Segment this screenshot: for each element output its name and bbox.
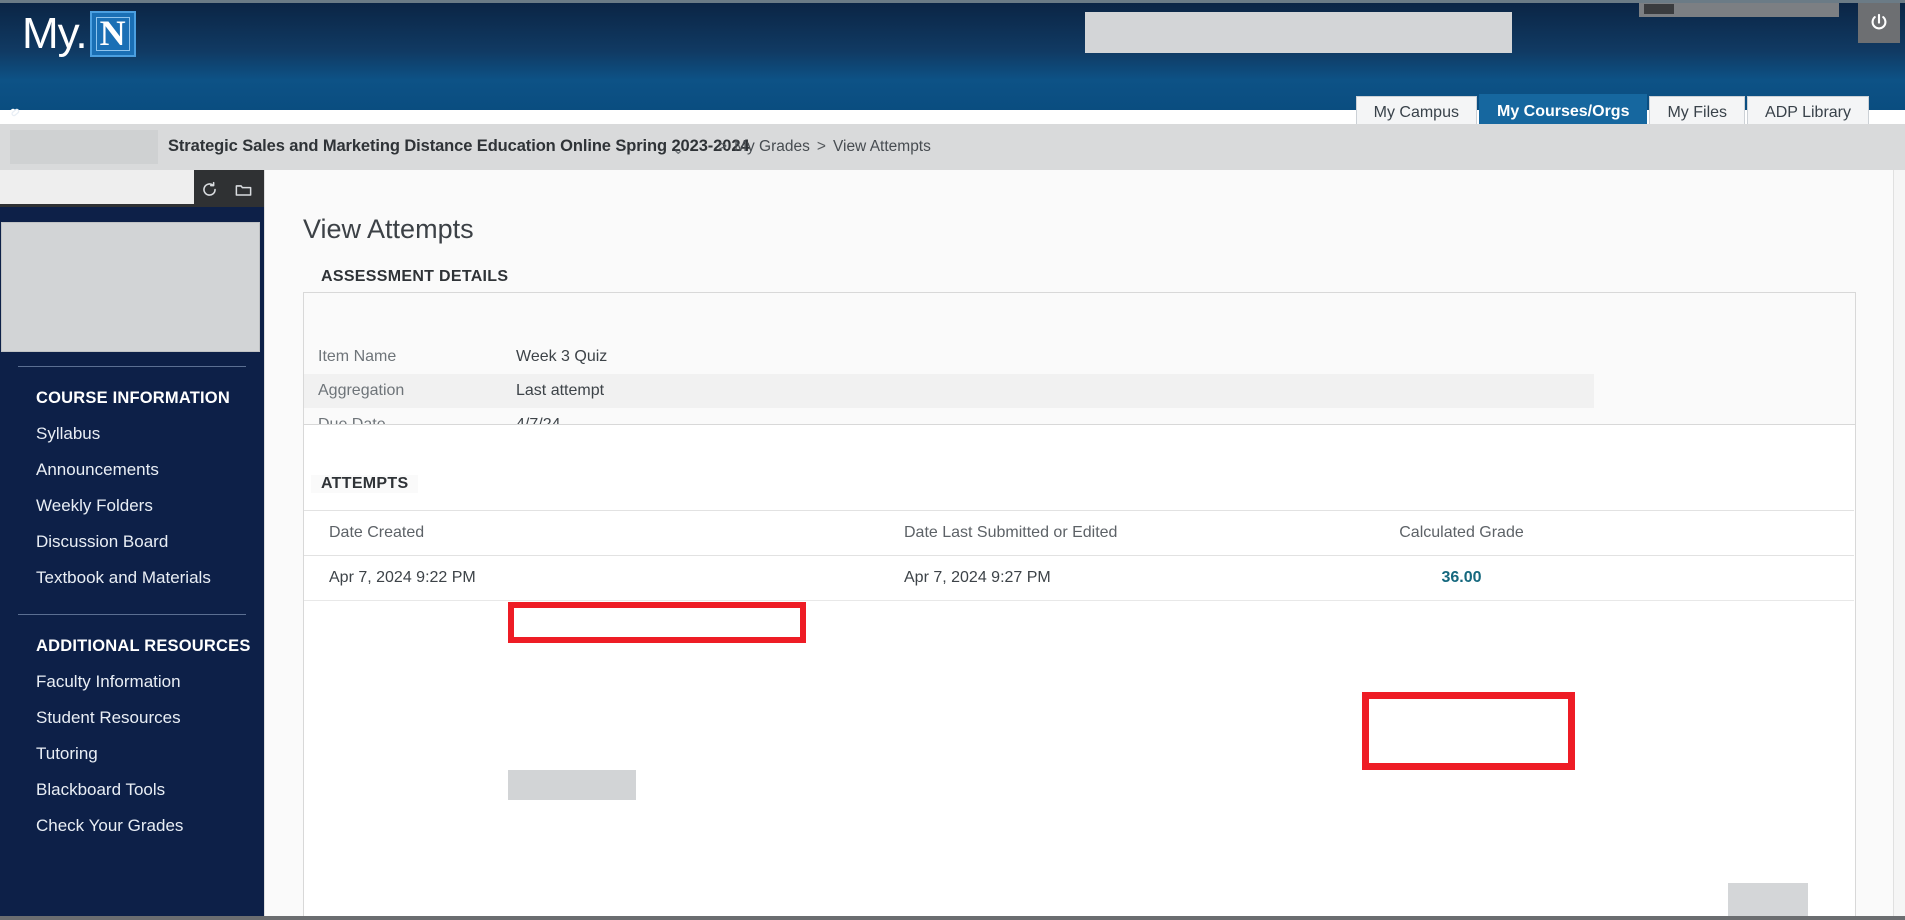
logo-n-letter: N (99, 13, 126, 53)
redacted-top-chip (1644, 4, 1674, 14)
site-logo[interactable]: My. N (22, 11, 136, 57)
table-header-row: Date Created Date Last Submitted or Edit… (304, 510, 1854, 556)
redacted-attempt-detail (508, 770, 636, 800)
sidebar-item-faculty-information[interactable]: Faculty Information (0, 664, 264, 700)
redacted-breadcrumb-left (10, 130, 158, 164)
column-header-date-last-submitted[interactable]: Date Last Submitted or Edited (879, 510, 1359, 556)
detail-row-aggregation: Aggregation Last attempt (304, 374, 1594, 408)
page-title: View Attempts (303, 214, 474, 244)
sidebar-nav: COURSE INFORMATION Syllabus Announcement… (0, 366, 264, 844)
page-root: My. N My Campus My Courses/Orgs My Files… (0, 0, 1905, 920)
redacted-course-banner (1, 222, 260, 352)
breadcrumb-separator-1: > (718, 138, 728, 155)
attempts-legend: ATTEMPTS (311, 475, 419, 493)
grade-value: 36.00 (1441, 569, 1482, 586)
sidebar-heading-course-information: COURSE INFORMATION (36, 389, 230, 407)
redacted-search-field[interactable] (1085, 12, 1512, 53)
table-row[interactable]: Apr 7, 2024 9:22 PM Apr 7, 2024 9:27 PM … (304, 555, 1854, 601)
redacted-sidebar-field (0, 170, 194, 204)
folder-view-button[interactable] (232, 178, 254, 200)
breadcrumb-link-my-grades[interactable]: My Grades (734, 138, 810, 156)
breadcrumb-bar: Strategic Sales and Marketing Distance E… (0, 124, 1905, 170)
sidebar-item-blackboard-tools[interactable]: Blackboard Tools (0, 772, 264, 808)
sidebar-item-textbook-and-materials[interactable]: Textbook and Materials (0, 560, 264, 596)
redacted-bottom-right (1728, 883, 1808, 920)
refresh-button[interactable] (198, 178, 220, 200)
column-header-date-created[interactable]: Date Created (304, 510, 879, 556)
sidebar-item-syllabus[interactable]: Syllabus (0, 416, 264, 452)
sidebar-toolbar (0, 170, 264, 207)
column-header-spacer (1564, 510, 1854, 556)
breadcrumb: > My Grades > View Attempts (718, 138, 931, 156)
chevron-down-icon[interactable]: ⌄ (672, 140, 685, 158)
breadcrumb-separator-2: > (816, 138, 826, 155)
logo-text: My. (22, 9, 88, 58)
breadcrumb-current-view-attempts[interactable]: View Attempts (833, 138, 931, 156)
cell-date-created: Apr 7, 2024 9:22 PM (304, 555, 879, 601)
main-content: View Attempts ASSESSMENT DETAILS Item Na… (264, 170, 1905, 920)
sidebar-item-weekly-folders[interactable]: Weekly Folders (0, 488, 264, 524)
power-icon (1871, 13, 1887, 30)
breadcrumb-course-title[interactable]: Strategic Sales and Marketing Distance E… (168, 137, 750, 156)
sidebar-item-announcements[interactable]: Announcements (0, 452, 264, 488)
logo-n-mark: N (89, 11, 136, 57)
sidebar-item-student-resources[interactable]: Student Resources (0, 700, 264, 736)
detail-row-item-name: Item Name Week 3 Quiz (304, 340, 1594, 374)
sidebar-heading-additional-resources: ADDITIONAL RESOURCES (36, 637, 251, 655)
sidebar-item-tutoring[interactable]: Tutoring (0, 736, 264, 772)
attempts-panel (303, 424, 1856, 920)
cell-spacer (1564, 555, 1854, 601)
link-icon (7, 108, 19, 116)
power-logout-button[interactable] (1858, 3, 1900, 43)
sidebar-item-check-your-grades[interactable]: Check Your Grades (0, 808, 264, 844)
assessment-details-legend: ASSESSMENT DETAILS (311, 268, 519, 286)
detail-label-aggregation: Aggregation (318, 382, 405, 399)
cell-date-submitted: Apr 7, 2024 9:27 PM (879, 555, 1359, 601)
cell-calculated-grade: 36.00 (1359, 555, 1564, 601)
detail-value-aggregation: Last attempt (516, 382, 605, 399)
attempts-table: Date Created Date Last Submitted or Edit… (304, 510, 1854, 601)
detail-label-item-name: Item Name (318, 348, 397, 365)
detail-value-item-name: Week 3 Quiz (516, 348, 608, 365)
sidebar-item-discussion-board[interactable]: Discussion Board (0, 524, 264, 560)
right-gutter (1893, 170, 1905, 920)
link-icon-button[interactable] (4, 103, 22, 121)
column-header-calculated-grade[interactable]: Calculated Grade (1359, 510, 1564, 556)
bottom-strip (0, 916, 1905, 920)
folder-icon (235, 184, 251, 196)
refresh-icon (202, 181, 216, 196)
course-menu-sidebar: COURSE INFORMATION Syllabus Announcement… (0, 170, 264, 920)
